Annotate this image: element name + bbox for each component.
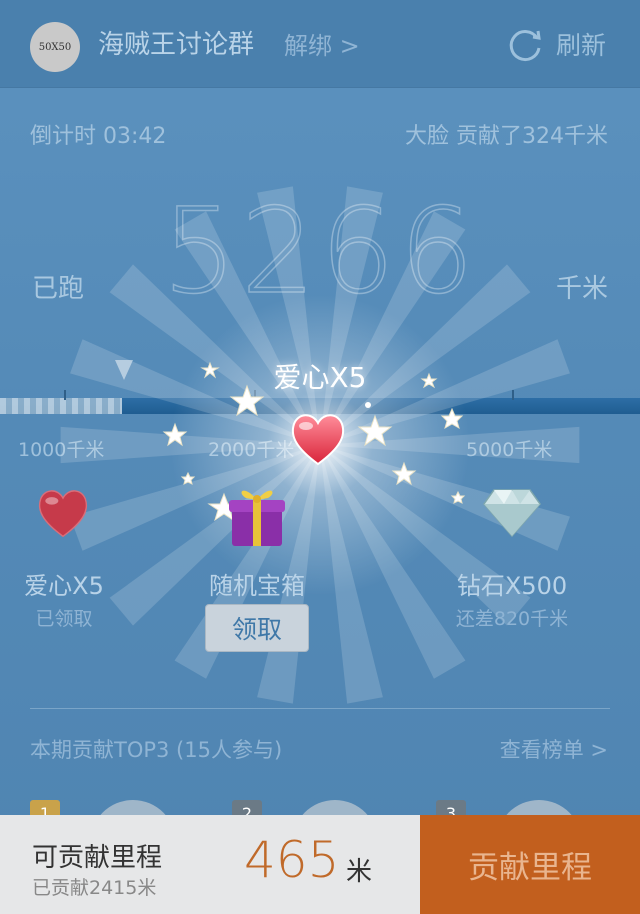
refresh-button[interactable]: 刷新: [556, 26, 606, 62]
available-mileage-label: 可贡献里程: [32, 843, 163, 873]
reward-name-hearts: 爱心X5: [24, 572, 104, 600]
page: 50X50 海贼王讨论群 解绑 > 刷新 倒计时 03:42 大脸 贡献了324…: [0, 0, 640, 914]
countdown-timer: 倒计时 03:42: [30, 124, 167, 149]
group-name: 海贼王讨论群: [98, 30, 255, 60]
star-icon: [180, 471, 196, 485]
heart-icon: [291, 414, 345, 466]
light-ray: [320, 445, 466, 679]
contribution-summary: 可贡献里程 已贡献2415米 465 米: [0, 815, 420, 914]
mileage-unit: 米: [346, 857, 373, 887]
header-bar: 50X50 海贼王讨论群 解绑 > 刷新: [0, 0, 640, 88]
ran-label: 已跑: [32, 274, 85, 304]
unbind-link[interactable]: 解绑 >: [284, 26, 360, 61]
reward-status-remaining: 还差820千米: [455, 608, 569, 630]
group-avatar[interactable]: 50X50: [30, 22, 80, 72]
refresh-icon[interactable]: [506, 26, 544, 64]
divider: [30, 708, 610, 709]
diamond-icon: [483, 489, 541, 538]
unit-label: 千米: [555, 274, 608, 304]
heart-icon: [38, 490, 88, 538]
star-icon: [162, 422, 188, 447]
milestone-label-2: 2000千米: [208, 439, 295, 461]
reward-name-diamonds: 钻石X500: [456, 572, 568, 600]
milestone-label-3: 5000千米: [466, 439, 553, 461]
star-icon: [391, 461, 417, 486]
contribute-button[interactable]: 贡献里程: [420, 815, 640, 914]
view-leaderboard-link[interactable]: 查看榜单 >: [500, 734, 608, 764]
distance-total: 5266: [161, 181, 479, 321]
star-icon: [450, 490, 466, 504]
reward-popup-label: 爱心X5: [273, 361, 367, 394]
available-mileage-value: 465: [244, 831, 340, 889]
bottom-bar: 可贡献里程 已贡献2415米 465 米 贡献里程: [0, 815, 640, 914]
milestone-label-1: 1000千米: [18, 439, 105, 461]
latest-contribution: 大脸 贡献了324千米: [405, 124, 608, 149]
gift-box-icon: [229, 490, 285, 546]
star-icon: [357, 414, 393, 447]
contributed-total: 已贡献2415米: [32, 877, 157, 899]
progress-fill: [0, 398, 122, 414]
top3-title: 本期贡献TOP3 (15人参与): [30, 738, 283, 762]
claim-button[interactable]: 领取: [205, 604, 309, 652]
reward-status-claimed: 已领取: [35, 608, 93, 630]
reward-name-gift-box: 随机宝箱: [209, 572, 305, 600]
